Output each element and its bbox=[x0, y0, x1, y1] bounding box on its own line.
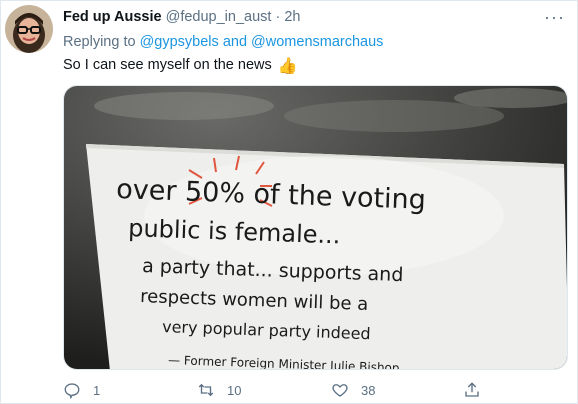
reply-icon bbox=[64, 383, 80, 399]
tweet-header: Fed up Aussie @fedup_in_aust · 2h bbox=[63, 9, 300, 25]
like-button[interactable]: 38 bbox=[331, 381, 375, 399]
more-options-icon[interactable]: ··· bbox=[544, 7, 565, 28]
reply-button[interactable]: 1 bbox=[63, 381, 100, 399]
like-count: 38 bbox=[361, 382, 376, 398]
heart-icon bbox=[332, 384, 348, 397]
tweet-media-image[interactable]: over 50% of the voting public is female.… bbox=[63, 85, 568, 370]
replying-prefix: Replying to bbox=[63, 34, 136, 50]
reply-mention-link[interactable]: @gypsybels bbox=[140, 34, 219, 50]
reply-count: 1 bbox=[93, 382, 101, 398]
thumbs-up-emoji: 👍 bbox=[277, 58, 298, 75]
retweet-icon bbox=[198, 383, 214, 397]
tweet-text: So I can see myself on the news 👍 bbox=[63, 56, 298, 76]
reply-mention-link[interactable]: @womensmarchaus bbox=[251, 34, 383, 50]
share-button[interactable] bbox=[463, 381, 481, 399]
tweet-text-body: So I can see myself on the news bbox=[63, 57, 272, 73]
tweet-actions: 1 10 38 bbox=[63, 381, 543, 401]
share-icon bbox=[465, 382, 479, 397]
tweet-card[interactable]: Fed up Aussie @fedup_in_aust · 2h ··· Re… bbox=[0, 0, 578, 404]
tweet-time[interactable]: 2h bbox=[284, 9, 300, 25]
author-name[interactable]: Fed up Aussie bbox=[63, 9, 162, 25]
author-handle[interactable]: @fedup_in_aust bbox=[166, 9, 272, 25]
separator-dot: · bbox=[275, 9, 281, 25]
reply-mention-and[interactable]: and bbox=[223, 34, 247, 50]
retweet-count: 10 bbox=[227, 382, 242, 398]
avatar[interactable] bbox=[5, 5, 53, 53]
retweet-button[interactable]: 10 bbox=[197, 381, 241, 399]
replying-to-line: Replying to @gypsybels and @womensmarcha… bbox=[63, 34, 383, 50]
